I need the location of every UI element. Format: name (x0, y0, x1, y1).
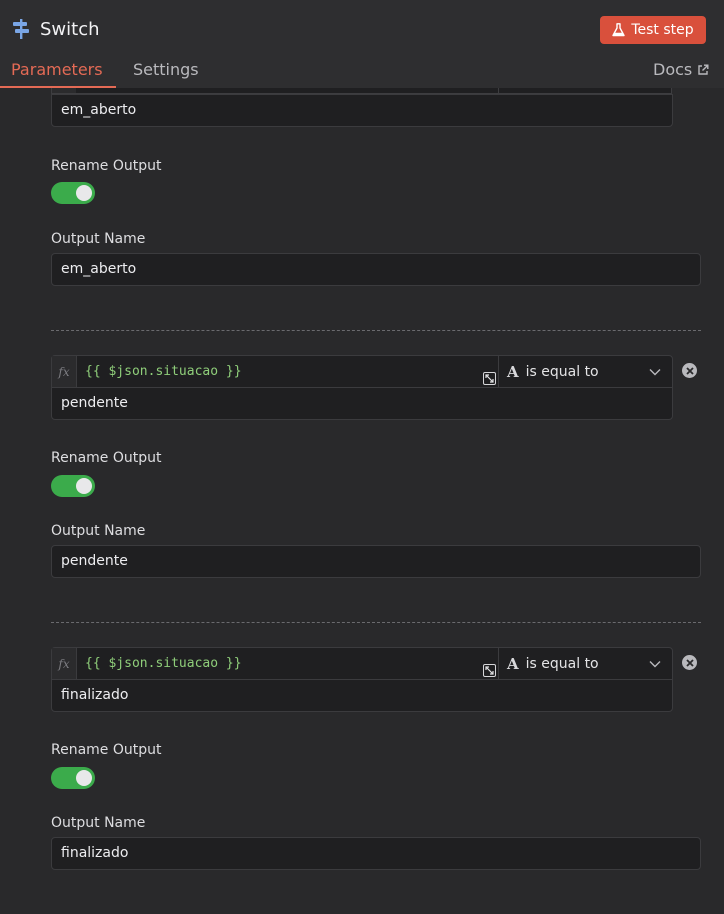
output-name-label: Output Name (51, 523, 146, 539)
rename-output-toggle[interactable] (51, 475, 95, 497)
output-name-input[interactable]: finalizado (51, 837, 701, 870)
expand-editor-icon[interactable] (483, 372, 496, 385)
operator-label: is equal to (525, 363, 599, 380)
output-name-input[interactable]: pendente (51, 545, 701, 578)
flask-icon (612, 23, 626, 37)
output-name-input[interactable]: em_aberto (51, 253, 701, 286)
fx-indicator (52, 88, 76, 93)
condition-row: fx {{ $json.situacao }} A is equal to (51, 355, 673, 388)
rename-output-toggle[interactable] (51, 767, 95, 789)
string-type-icon: A (507, 362, 519, 381)
string-type-icon: A (507, 654, 519, 673)
close-icon (685, 366, 694, 375)
test-step-label: Test step (631, 22, 694, 38)
external-link-icon (698, 64, 709, 75)
comparison-value-input[interactable]: pendente (51, 387, 673, 420)
rename-output-label: Rename Output (51, 742, 162, 758)
divider (498, 88, 499, 93)
toggle-knob (76, 478, 92, 494)
test-step-button[interactable]: Test step (600, 16, 706, 44)
chevron-down-icon[interactable] (649, 658, 661, 670)
operator-select[interactable]: A is equal to (507, 356, 599, 387)
rename-output-label: Rename Output (51, 450, 162, 466)
toggle-knob (76, 770, 92, 786)
remove-condition-button[interactable] (682, 655, 697, 670)
chevron-down-icon[interactable] (649, 366, 661, 378)
expression-input[interactable]: {{ $json.situacao }} (85, 648, 242, 679)
signpost-icon (13, 19, 29, 39)
rename-output-toggle[interactable] (51, 182, 95, 204)
divider (498, 648, 499, 679)
comparison-value-input[interactable]: finalizado (51, 679, 673, 712)
node-header: Switch Test step Parameters Settings Doc… (0, 0, 724, 88)
toggle-knob (76, 185, 92, 201)
output-name-label: Output Name (51, 231, 146, 247)
tab-parameters[interactable]: Parameters (11, 60, 103, 80)
rename-output-label: Rename Output (51, 158, 162, 174)
expression-input[interactable]: {{ $json.situacao }} (85, 356, 242, 387)
tab-settings[interactable]: Settings (133, 60, 199, 80)
active-tab-indicator (0, 86, 116, 88)
operator-label: is equal to (525, 655, 599, 672)
rule-separator (51, 330, 701, 331)
node-title: Switch (40, 19, 100, 40)
operator-select[interactable]: A is equal to (507, 648, 599, 679)
comparison-value-input[interactable]: em_aberto (51, 94, 673, 127)
fx-indicator: fx (52, 356, 77, 387)
divider (498, 356, 499, 387)
remove-condition-button[interactable] (682, 363, 697, 378)
condition-row: fx {{ $json.situacao }} A is equal to (51, 647, 673, 680)
rule-separator (51, 622, 701, 623)
parameters-panel: em_aberto Rename Output Output Name em_a… (0, 88, 724, 914)
close-icon (685, 658, 694, 667)
expand-editor-icon[interactable] (483, 664, 496, 677)
output-name-label: Output Name (51, 815, 146, 831)
docs-link[interactable]: Docs (653, 60, 709, 80)
docs-label: Docs (653, 60, 693, 79)
fx-indicator: fx (52, 648, 77, 679)
